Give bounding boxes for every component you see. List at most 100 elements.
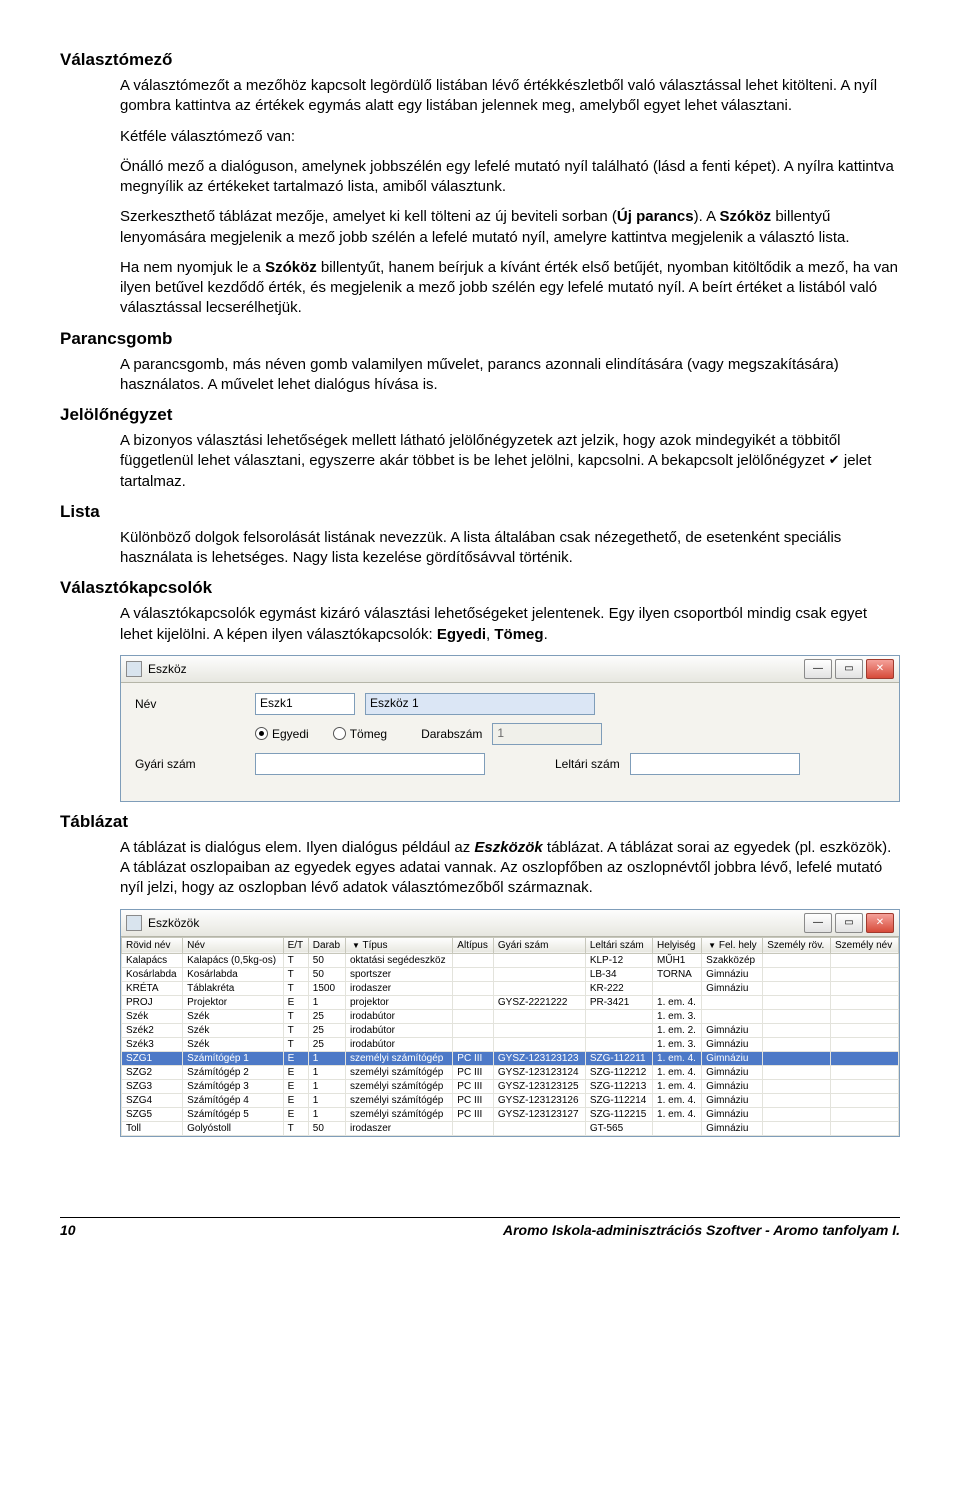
cell [763,1023,831,1037]
cell: 25 [308,1037,345,1051]
minimize-button[interactable]: — [804,659,832,679]
cell: Gimnáziu [702,1051,763,1065]
cell [453,1023,494,1037]
para: A választókapcsolók egymást kizáró válas… [120,604,900,645]
cell: PC III [453,1093,494,1107]
cell [453,981,494,995]
cell [763,1107,831,1121]
maximize-button[interactable]: ▭ [835,913,863,933]
heading-lista: Lista [60,502,900,522]
para: A bizonyos választási lehetőségek mellet… [120,431,900,492]
cell: 1. em. 3. [653,1037,702,1051]
cell: személyi számítógép [345,1079,452,1093]
table-row[interactable]: SZG5Számítógép 5E1személyi számítógépPC … [122,1107,899,1121]
cell [453,995,494,1009]
cell: Szék3 [122,1037,183,1051]
col-header[interactable]: E/T [283,937,308,953]
cell: 1. em. 4. [653,1051,702,1065]
cell [702,1009,763,1023]
cell: 50 [308,967,345,981]
input-gyari[interactable] [255,753,485,775]
col-header[interactable]: Rövid név [122,937,183,953]
cell: Táblakréta [183,981,283,995]
cell: SZG5 [122,1107,183,1121]
cell [830,1079,898,1093]
cell: PROJ [122,995,183,1009]
col-header[interactable]: ▼ Típus [345,937,452,953]
table-row[interactable]: KRÉTATáblakrétaT1500irodaszerKR-222Gimná… [122,981,899,995]
cell: SZG1 [122,1051,183,1065]
col-header[interactable]: Személy név [830,937,898,953]
cell [830,1065,898,1079]
cell [585,1023,652,1037]
table-row[interactable]: SZG4Számítógép 4E1személyi számítógépPC … [122,1093,899,1107]
minimize-button[interactable]: — [804,913,832,933]
cell: 25 [308,1023,345,1037]
cell [763,1009,831,1023]
cell [493,953,585,967]
cell [830,995,898,1009]
table-row[interactable]: KosárlabdaKosárlabdaT50sportszerLB-34TOR… [122,967,899,981]
cell: Gimnáziu [702,1107,763,1121]
para: Kétféle választómező van: [120,127,900,147]
cell: Toll [122,1121,183,1135]
table-row[interactable]: SZG3Számítógép 3E1személyi számítógépPC … [122,1079,899,1093]
cell [830,1023,898,1037]
input-nev-short[interactable]: Eszk1 [255,693,355,715]
table-row[interactable]: PROJProjektorE1projektorGYSZ-2221222PR-3… [122,995,899,1009]
cell: Kosárlabda [122,967,183,981]
table-row[interactable]: Szék2SzékT25irodabútor1. em. 2.Gimnáziu [122,1023,899,1037]
maximize-button[interactable]: ▭ [835,659,863,679]
cell: SZG-112214 [585,1093,652,1107]
cell [830,1037,898,1051]
col-header[interactable]: Altípus [453,937,494,953]
col-header[interactable]: Személy röv. [763,937,831,953]
cell: GT-565 [585,1121,652,1135]
table-row[interactable]: SZG2Számítógép 2E1személyi számítógépPC … [122,1065,899,1079]
cell: T [283,953,308,967]
cell: E [283,995,308,1009]
cell: 1500 [308,981,345,995]
table-row[interactable]: KalapácsKalapács (0,5kg-os)T50oktatási s… [122,953,899,967]
cell: sportszer [345,967,452,981]
table-row[interactable]: SzékSzékT25irodabútor1. em. 3. [122,1009,899,1023]
cell: irodabútor [345,1037,452,1051]
cell: Gimnáziu [702,1065,763,1079]
cell: 1. em. 4. [653,1107,702,1121]
close-button[interactable]: ✕ [866,659,894,679]
col-header[interactable]: Név [183,937,283,953]
eszkozok-table[interactable]: Rövid névNévE/TDarab▼ TípusAltípusGyári … [121,937,899,1136]
label-nev: Név [135,697,245,711]
col-header[interactable]: Gyári szám [493,937,585,953]
cell [763,1079,831,1093]
cell: 1 [308,1093,345,1107]
table-row[interactable]: TollGolyóstollT50irodaszerGT-565Gimnáziu [122,1121,899,1135]
input-leltari[interactable] [630,753,800,775]
input-nev-long[interactable]: Eszköz 1 [365,693,595,715]
cell: 1. em. 2. [653,1023,702,1037]
cell: Szék [183,1023,283,1037]
cell: Gimnáziu [702,1121,763,1135]
page-number: 10 [60,1222,76,1238]
col-header[interactable]: Leltári szám [585,937,652,953]
cell: Számítógép 5 [183,1107,283,1121]
cell: GYSZ-123123124 [493,1065,585,1079]
table-row[interactable]: Szék3SzékT25irodabútor1. em. 3.Gimnáziu [122,1037,899,1051]
cell: Kalapács (0,5kg-os) [183,953,283,967]
radio-egyedi[interactable]: Egyedi [255,727,309,741]
radio-tomeg[interactable]: Tömeg [333,727,387,741]
table-row[interactable]: SZG1Számítógép 1E1személyi számítógépPC … [122,1051,899,1065]
cell: személyi számítógép [345,1051,452,1065]
cell [830,953,898,967]
cell [453,967,494,981]
close-button[interactable]: ✕ [866,913,894,933]
col-header[interactable]: ▼ Fel. hely [702,937,763,953]
cell: T [283,1121,308,1135]
col-header[interactable]: Darab [308,937,345,953]
cell [585,1009,652,1023]
label-leltari: Leltári szám [555,757,620,771]
cell: SZG-112213 [585,1079,652,1093]
col-header[interactable]: Helyiség [653,937,702,953]
cell [493,1121,585,1135]
para: A választómezőt a mezőhöz kapcsolt legör… [120,76,900,117]
